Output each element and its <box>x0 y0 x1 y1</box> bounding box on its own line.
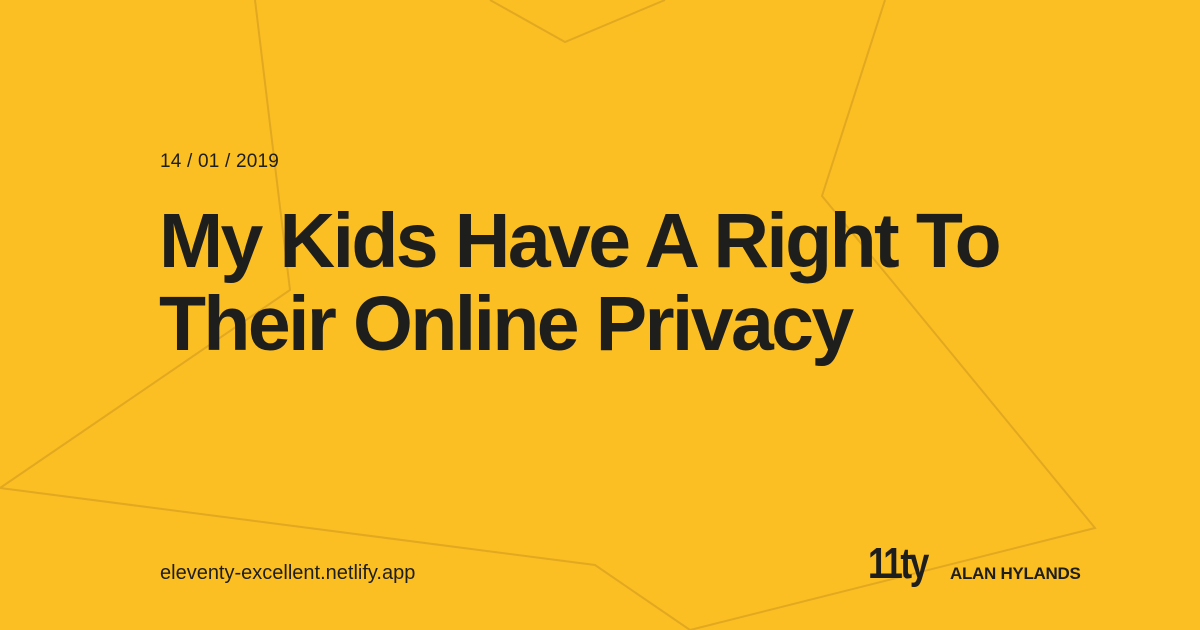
social-share-card: 14 / 01 / 2019 My Kids Have A Right To T… <box>0 0 1200 630</box>
eleventy-logo-icon: 11ty <box>868 539 932 588</box>
post-title: My Kids Have A Right To Their Online Pri… <box>159 200 1139 366</box>
post-date: 14 / 01 / 2019 <box>160 151 280 172</box>
site-url: eleventy-excellent.netlify.app <box>160 562 416 584</box>
post-title-line-1: My Kids Have A Right To <box>159 198 1002 284</box>
post-title-line-2: Their Online Privacy <box>159 281 854 367</box>
author-name: ALAN HYLANDS <box>950 564 1081 583</box>
eleventy-logo-text: 11ty <box>868 539 929 588</box>
